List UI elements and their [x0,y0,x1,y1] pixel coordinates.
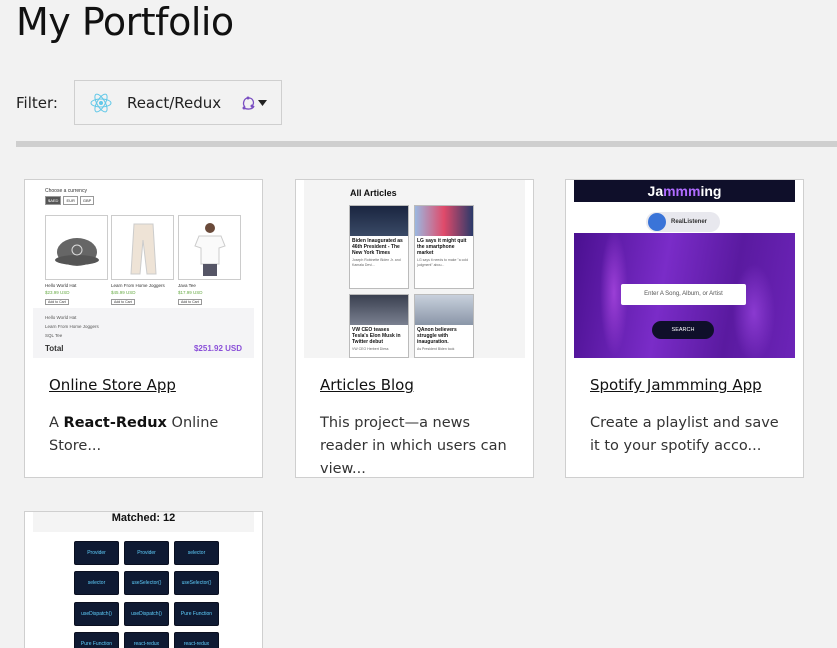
project-card-online-store: Choose a currency $AED EUR GBP Hello Wor… [24,179,263,478]
game-tile: react-redux [174,632,219,648]
game-tile: selector [74,571,119,595]
tee-icon [194,223,226,276]
game-tile: Pure Function [74,632,119,648]
cart-row: SQL Tee [45,333,63,338]
react-icon [90,93,112,112]
filter-select[interactable]: React/Redux [73,80,282,125]
project-title-link[interactable]: Spotify Jammming App [590,376,803,394]
page-title: My Portfolio [16,0,234,44]
project-card-redux-matching: Matched: 12 Provider Provider selector s… [24,511,263,648]
chevron-down-icon [257,99,267,106]
add-to-cart-button: Add to Cart [111,299,135,305]
project-card-spotify-jammming: Jammming RealListener Enter A Song, Albu… [565,179,804,478]
project-card-articles-blog: All Articles Biden Inaugurated as 46th P… [295,179,534,478]
product-image [45,215,108,280]
project-title-link[interactable]: Articles Blog [320,376,533,394]
divider [16,141,837,147]
articles-screenshot: All Articles Biden Inaugurated as 46th P… [304,180,525,358]
currency-button: $AED [45,196,62,205]
currency-buttons: $AED EUR GBP [45,196,95,205]
avatar [648,213,666,231]
product-price: $45.99 USD [111,290,136,295]
article-summary: As President Biden took [417,347,455,351]
project-description: This project—a news reader in which user… [320,415,507,477]
game-tile: selector [174,541,219,565]
jammming-header: Jammming [574,180,795,202]
article-card: LG says it might quit the smartphone mar… [414,205,474,289]
product-price: $23.99 USD [45,290,70,295]
game-tile: Provider [74,541,119,565]
game-tile: useSelector() [174,571,219,595]
product-price: $17.99 USD [178,290,203,295]
game-tile: Pure Function [174,602,219,626]
project-thumbnail[interactable]: Matched: 12 Provider Provider selector s… [33,512,254,648]
filter-row: Filter: React/Redux [16,80,282,125]
jammming-screenshot: Jammming RealListener Enter A Song, Albu… [574,180,795,358]
search-button: SEARCH [652,321,714,339]
product-image [178,215,241,280]
cart-row: Learn From Home Joggers [45,324,99,329]
brand-part-b: mmm [663,183,701,199]
article-title: LG says it might quit the smartphone mar… [417,238,467,256]
product-name: Learn From Home Joggers [111,283,165,288]
add-to-cart-button: Add to Cart [45,299,69,305]
store-screenshot: Choose a currency $AED EUR GBP Hello Wor… [33,180,254,358]
cart-total-label: Total [45,344,64,353]
product-image [111,215,174,280]
article-card: QAnon believers struggle with inaugurati… [414,294,474,358]
matched-count: Matched: 12 [33,512,254,532]
filter-label: Filter: [16,93,58,112]
search-input: Enter A Song, Album, or Artist [621,284,746,305]
redux-icon [242,96,255,110]
article-card: Biden Inaugurated as 46th President - Th… [349,205,409,289]
currency-button: GBP [79,196,95,205]
game-tile: useSelector() [124,571,169,595]
desc-bold: React-Redux [63,415,167,431]
brand-part-a: Ja [647,183,664,199]
project-thumbnail[interactable]: Choose a currency $AED EUR GBP Hello Wor… [33,180,254,358]
cart-total-value: $251.92 USD [193,344,242,353]
brand-part-c: ing [700,183,722,199]
project-thumbnail[interactable]: All Articles Biden Inaugurated as 46th P… [304,180,525,358]
project-description: A React-Redux Online Store... [49,412,238,458]
add-to-cart-button: Add to Cart [178,299,202,305]
game-tile: react-redux [124,632,169,648]
matching-game-screenshot: Matched: 12 Provider Provider selector s… [33,512,254,648]
currency-label: Choose a currency [45,188,87,194]
filter-selected-value: React/Redux [126,93,222,112]
product-name: Java Tee [178,283,196,288]
hat-icon [55,238,99,266]
game-tile: useDispatch() [74,602,119,626]
currency-button: EUR [63,196,78,205]
article-summary: LG says it needs to make "a cold judgmen… [417,258,469,267]
cart-row: Hello World Hat [45,315,77,320]
articles-heading: All Articles [350,188,397,198]
article-summary: Joseph Robinette Biden Jr. and Kamala De… [352,258,401,267]
article-title: Biden Inaugurated as 46th President - Th… [352,238,403,256]
article-title: VW CEO teases Tesla's Elon Musk in Twitt… [352,327,401,345]
article-summary: VW CEO Herbert Diess [352,347,389,351]
user-name: RealListener [671,219,708,225]
article-card: VW CEO teases Tesla's Elon Musk in Twitt… [349,294,409,358]
game-tile: useDispatch() [124,602,169,626]
joggers-icon [130,223,157,275]
desc-prefix: A [49,415,64,431]
article-title: QAnon believers struggle with inaugurati… [417,327,457,345]
user-pill: RealListener [646,212,720,232]
filter-caret [240,95,267,111]
game-tile: Provider [124,541,169,565]
project-title-link[interactable]: Online Store App [49,376,262,394]
project-description: Create a playlist and save it to your sp… [590,415,779,454]
product-name: Hello World Hat [45,283,77,288]
project-thumbnail[interactable]: Jammming RealListener Enter A Song, Albu… [574,180,795,358]
